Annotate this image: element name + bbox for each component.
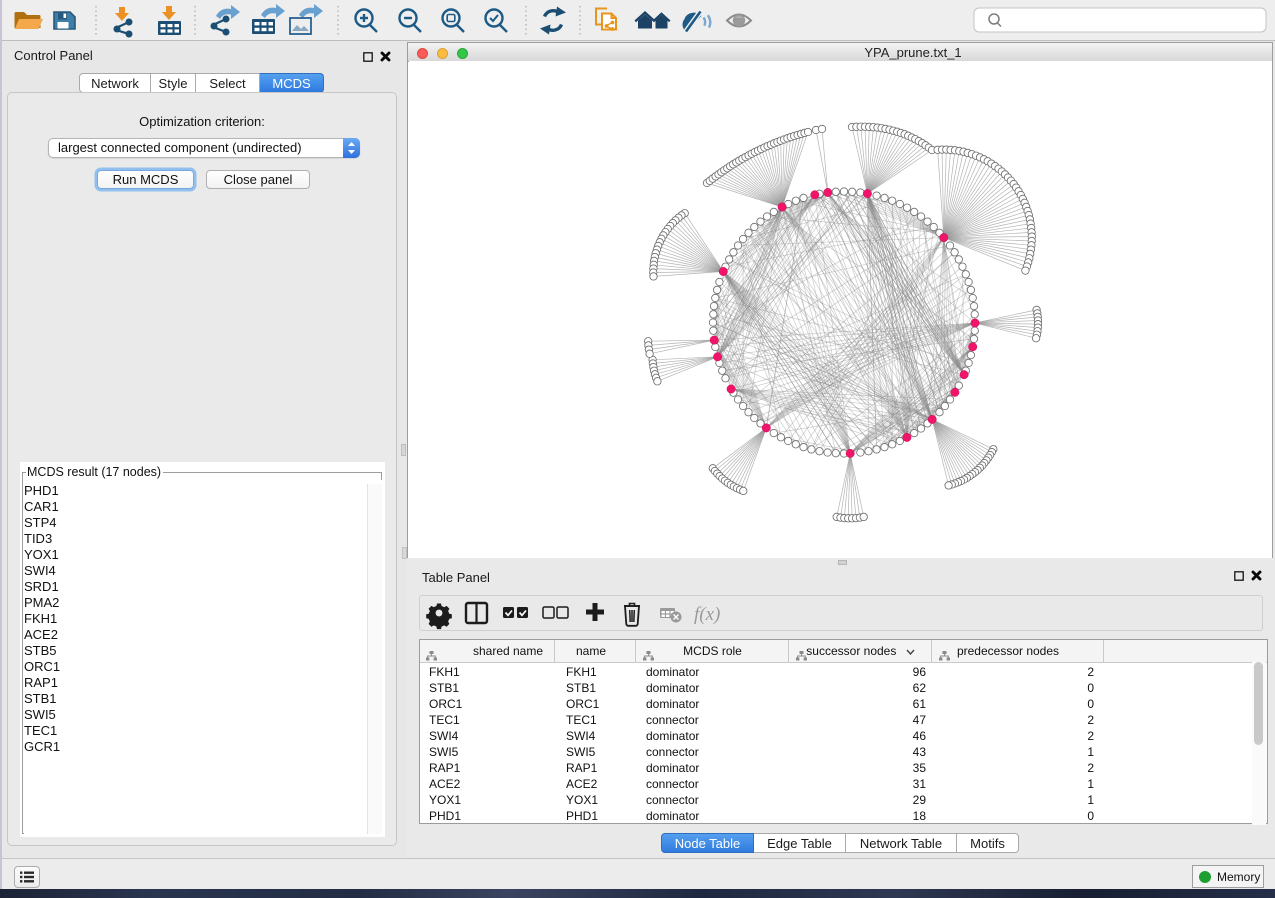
svg-text:f(x): f(x) [694, 604, 720, 625]
